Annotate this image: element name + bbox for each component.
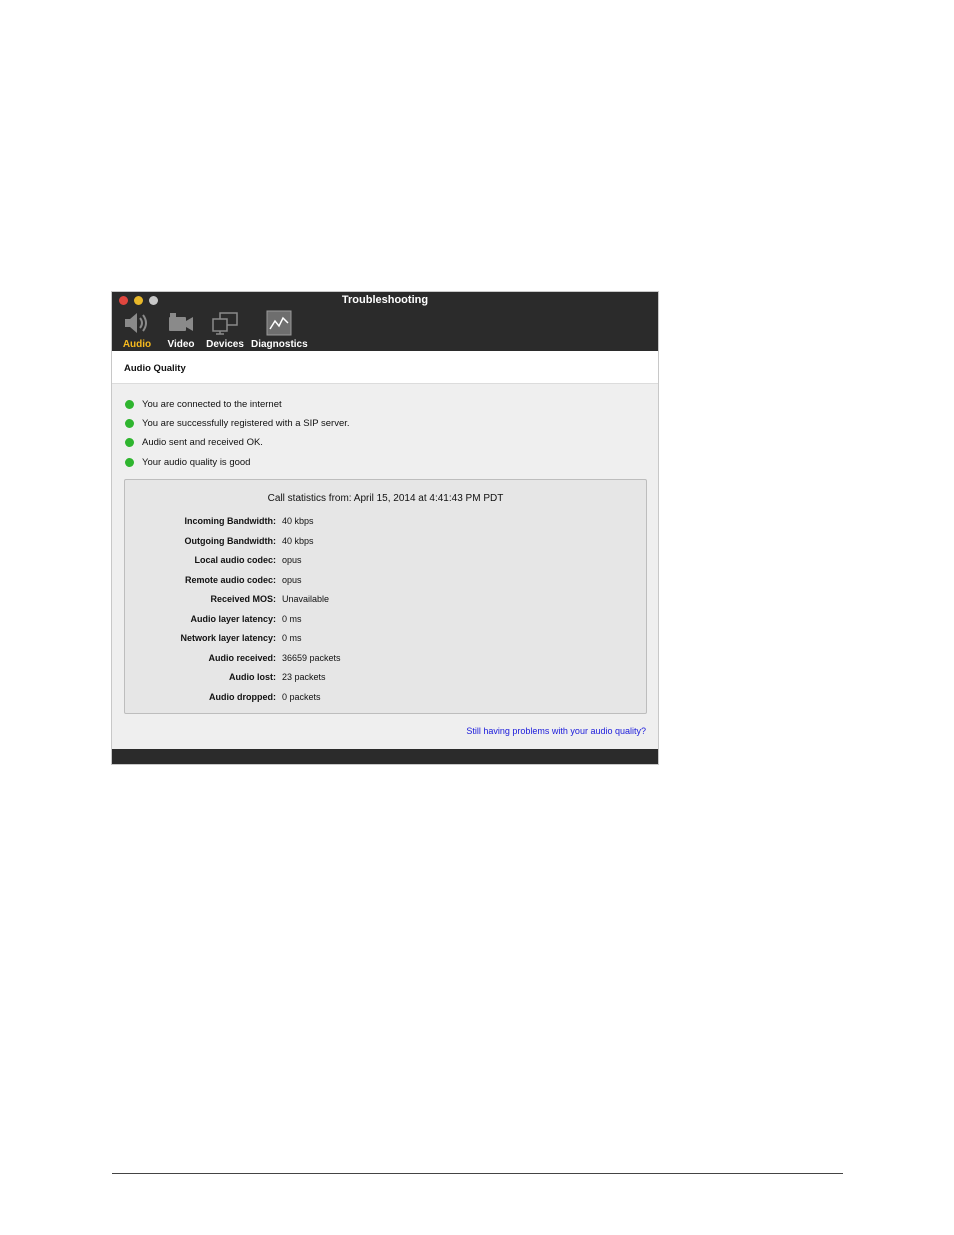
- stat-row-outgoing-bandwidth: Outgoing Bandwidth: 40 kbps: [125, 536, 646, 556]
- stat-label: Audio layer latency:: [190, 613, 276, 624]
- status-ok-icon: [125, 457, 134, 467]
- tab-video[interactable]: Video: [164, 309, 198, 350]
- section-header: Audio Quality: [112, 351, 658, 384]
- status-item: Audio sent and received OK.: [125, 436, 645, 455]
- stat-row-incoming-bandwidth: Incoming Bandwidth: 40 kbps: [125, 516, 646, 536]
- stat-value: 40 kbps: [282, 516, 314, 526]
- section-title: Audio Quality: [124, 363, 186, 374]
- tab-diagnostics-label: Diagnostics: [251, 339, 308, 350]
- window-bottom-bar: [112, 749, 658, 764]
- stat-label: Incoming Bandwidth:: [184, 516, 277, 526]
- stat-row-audio-received: Audio received: 36659 packets: [125, 653, 646, 673]
- status-ok-icon: [125, 419, 134, 429]
- chart-icon: [266, 310, 292, 336]
- stat-value: 23 packets: [282, 672, 326, 682]
- stat-row-received-mos: Received MOS: Unavailable: [125, 594, 646, 614]
- stat-label: Received MOS:: [210, 594, 276, 604]
- status-item: Your audio quality is good: [125, 456, 645, 475]
- status-item: You are successfully registered with a S…: [125, 417, 645, 436]
- window-title: Troubleshooting: [341, 294, 429, 306]
- status-list: You are connected to the internet You ar…: [125, 398, 645, 475]
- troubleshooting-window: Troubleshooting Audio Video Devices Diag…: [112, 292, 658, 764]
- status-text: You are connected to the internet: [142, 399, 282, 410]
- stat-label: Outgoing Bandwidth:: [184, 535, 276, 546]
- video-camera-icon: [169, 313, 193, 331]
- tab-devices-label: Devices: [206, 339, 244, 350]
- call-statistics-heading: Call statistics from: April 15, 2014 at …: [267, 493, 504, 504]
- status-text: Your audio quality is good: [142, 456, 251, 468]
- call-statistics-table: Incoming Bandwidth: 40 kbps Outgoing Ban…: [125, 516, 646, 711]
- stat-label: Audio received:: [208, 652, 276, 663]
- tab-video-label: Video: [167, 339, 195, 350]
- stat-label: Network layer latency:: [180, 633, 276, 643]
- stat-value: Unavailable: [282, 594, 330, 604]
- stat-row-audio-layer-latency: Audio layer latency: 0 ms: [125, 614, 646, 634]
- audio-quality-help-link[interactable]: Still having problems with your audio qu…: [466, 726, 646, 736]
- call-statistics-panel: Call statistics from: April 15, 2014 at …: [124, 479, 647, 714]
- stat-row-network-layer-latency: Network layer latency: 0 ms: [125, 633, 646, 653]
- stat-label: Remote audio codec:: [184, 574, 276, 585]
- stat-row-local-audio-codec: Local audio codec: opus: [125, 555, 646, 575]
- stat-row-audio-lost: Audio lost: 23 packets: [125, 672, 646, 692]
- stat-row-remote-audio-codec: Remote audio codec: opus: [125, 575, 646, 595]
- status-ok-icon: [125, 438, 134, 448]
- stat-value: 40 kbps: [282, 535, 314, 546]
- stat-value: 0 packets: [282, 691, 321, 702]
- tab-audio-label: Audio: [122, 339, 152, 350]
- tab-devices[interactable]: Devices: [205, 309, 245, 350]
- tab-audio[interactable]: Audio: [120, 309, 154, 350]
- status-text: Audio sent and received OK.: [142, 437, 263, 449]
- stat-label: Local audio codec:: [194, 555, 276, 565]
- stat-label: Audio dropped:: [209, 691, 276, 702]
- stat-value: opus: [282, 574, 302, 585]
- tab-diagnostics[interactable]: Diagnostics: [251, 309, 308, 350]
- monitors-icon: [212, 312, 238, 335]
- status-text: You are successfully registered with a S…: [142, 418, 350, 430]
- stat-value: 0 ms: [282, 633, 302, 643]
- stat-value: 36659 packets: [282, 652, 341, 663]
- window-titlebar[interactable]: Troubleshooting Audio Video Devices Diag…: [112, 292, 658, 351]
- stat-value: 0 ms: [282, 613, 302, 624]
- stat-label: Audio lost:: [229, 672, 276, 682]
- status-ok-icon: [125, 400, 134, 409]
- stat-row-audio-dropped: Audio dropped: 0 packets: [125, 692, 646, 712]
- page-footer-rule: [112, 1173, 843, 1174]
- speaker-icon: [125, 313, 147, 333]
- status-item: You are connected to the internet: [125, 398, 645, 417]
- stat-value: opus: [282, 555, 302, 565]
